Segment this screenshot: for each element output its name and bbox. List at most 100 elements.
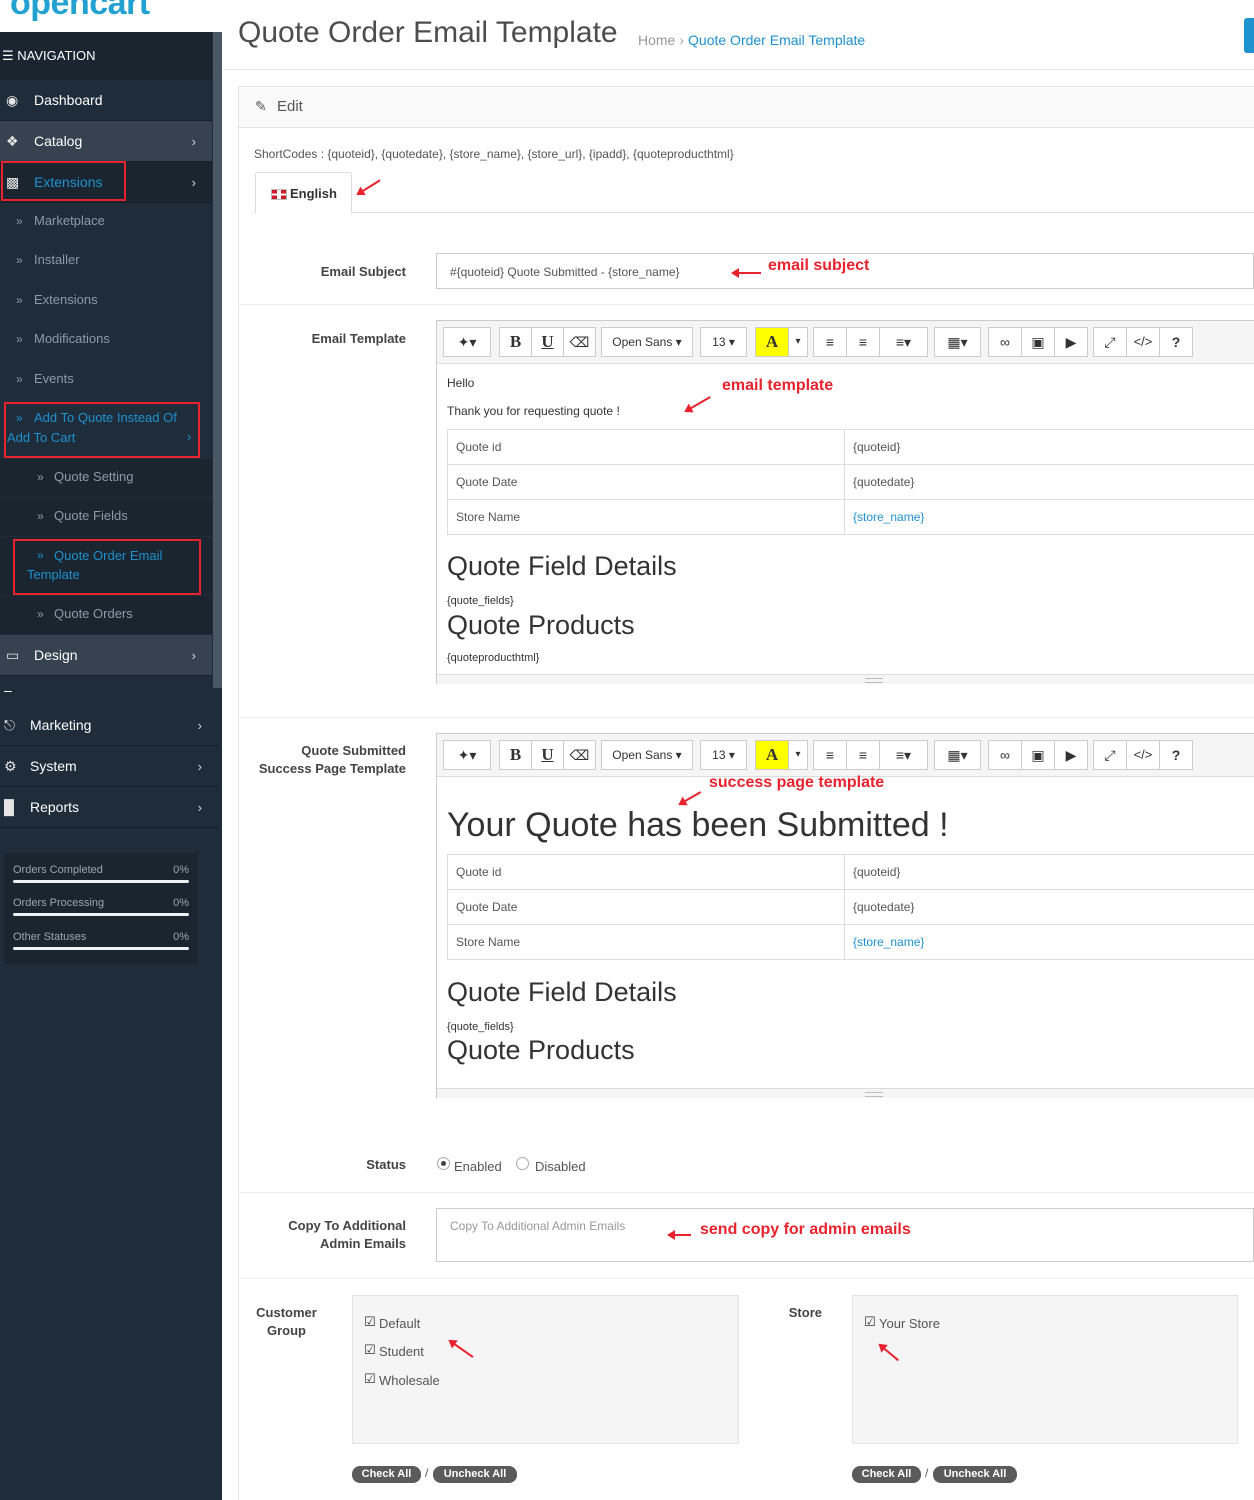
pencil-icon: ✎ (255, 98, 267, 114)
link-icon[interactable]: ∞ (988, 327, 1022, 357)
bold-button[interactable]: B (499, 740, 532, 770)
uncheck-all-button[interactable]: Uncheck All (933, 1466, 1017, 1483)
stat-value: 0% (173, 864, 189, 876)
eraser-icon[interactable]: ⌫ (563, 327, 596, 357)
color-dropdown-icon[interactable]: ▾ (788, 327, 808, 357)
logo[interactable]: opencart (0, 0, 222, 32)
sidebar-item-quote-fields[interactable]: » Quote Fields (0, 498, 212, 536)
sidebar-scrollbar[interactable] (213, 32, 222, 688)
table-cell: {quotedate} (844, 464, 1254, 500)
magic-wand-icon[interactable]: ✦▾ (443, 740, 491, 770)
sidebar-item-installer[interactable]: » Installer (0, 242, 212, 280)
breadcrumb-home[interactable]: Home (638, 32, 675, 48)
status-enabled-label: Enabled (454, 1159, 502, 1174)
double-chevron-icon: » (16, 332, 23, 346)
sidebar-item-quote-setting[interactable]: » Quote Setting (0, 459, 212, 497)
nav-item-dashboard[interactable]: ◉ Dashboard (0, 80, 212, 121)
success-heading: Your Quote has been Submitted ! (447, 806, 949, 844)
sidebar-item-modifications[interactable]: » Modifications (0, 321, 212, 359)
checkbox-student[interactable]: ☑ Student (364, 1342, 424, 1359)
checkbox-wholesale[interactable]: ☑ Wholesale (364, 1371, 440, 1388)
checkbox-checked-icon: ☑ (364, 1342, 376, 1357)
align-icon[interactable]: ≡▾ (879, 327, 928, 357)
checkbox-checked-icon: ☑ (364, 1314, 376, 1329)
link-icon[interactable]: ∞ (988, 740, 1022, 770)
panel-title: Edit (277, 98, 303, 115)
table-icon[interactable]: ▦▾ (934, 740, 981, 770)
image-icon[interactable]: ▣ (1021, 740, 1055, 770)
stat-value: 0% (173, 897, 189, 909)
template-products-code: {quoteproducthtml} (447, 652, 540, 664)
unordered-list-icon[interactable]: ≡ (813, 740, 847, 770)
table-cell-link[interactable]: {store_name} (844, 924, 1254, 960)
font-family-select[interactable]: Open Sans ▾ (601, 327, 693, 357)
code-view-button[interactable]: </> (1126, 327, 1160, 357)
font-family-select[interactable]: Open Sans ▾ (601, 740, 693, 770)
status-disabled-radio[interactable] (516, 1157, 529, 1170)
code-view-button[interactable]: </> (1126, 740, 1160, 770)
tab-english[interactable]: English (255, 172, 352, 213)
color-dropdown-icon[interactable]: ▾ (788, 740, 808, 770)
annotation-box-quote-order-email (13, 539, 201, 595)
editor-resize-handle[interactable] (437, 1088, 1254, 1098)
sidebar-item-events[interactable]: » Events (0, 361, 212, 399)
video-icon[interactable]: ▶ (1054, 740, 1088, 770)
table-cell: Quote id (447, 429, 845, 465)
ordered-list-icon[interactable]: ≡ (846, 740, 880, 770)
font-size-select[interactable]: 13 ▾ (700, 740, 747, 770)
video-icon[interactable]: ▶ (1054, 327, 1088, 357)
navigation-header[interactable]: ☰ NAVIGATION (0, 32, 212, 80)
checkbox-your-store[interactable]: ☑ Your Store (864, 1314, 940, 1331)
customer-group-label: Customer Group (250, 1304, 323, 1340)
sidebar-item-quote-orders[interactable]: » Quote Orders (0, 596, 212, 634)
nav-item-marketing[interactable]: ⎋ Marketing › (0, 705, 218, 746)
underline-button[interactable]: U (531, 740, 564, 770)
collapse-dash[interactable]: – (4, 682, 12, 698)
sidebar-item-extensions[interactable]: » Extensions (0, 282, 212, 320)
nav-item-system[interactable]: ⚙ System › (0, 746, 218, 787)
table-cell-link[interactable]: {store_name} (844, 499, 1254, 535)
help-button[interactable]: ? (1159, 327, 1193, 357)
fullscreen-icon[interactable]: ⤢ (1093, 740, 1127, 770)
uncheck-all-button[interactable]: Uncheck All (433, 1466, 517, 1483)
chevron-right-icon: › (197, 759, 202, 774)
tab-english-label: English (290, 186, 337, 201)
align-icon[interactable]: ≡▾ (879, 740, 928, 770)
check-all-button[interactable]: Check All (852, 1466, 921, 1483)
save-button[interactable] (1244, 18, 1254, 53)
eraser-icon[interactable]: ⌫ (563, 740, 596, 770)
nav-item-design[interactable]: ▭ Design › (0, 635, 212, 676)
image-icon[interactable]: ▣ (1021, 327, 1055, 357)
stat-progress-bar (13, 913, 189, 916)
font-size-select[interactable]: 13 ▾ (700, 327, 747, 357)
email-template-editor[interactable]: ✦▾ B U ⌫ Open Sans ▾ 13 ▾ A ▾ ≡ ≡ ≡▾ ▦▾ … (436, 320, 1254, 684)
breadcrumb: Home › Quote Order Email Template (638, 32, 865, 48)
check-all-button[interactable]: Check All (352, 1466, 421, 1483)
help-button[interactable]: ? (1159, 740, 1193, 770)
bold-button[interactable]: B (499, 327, 532, 357)
email-subject-label: Email Subject (320, 264, 406, 279)
highlight-color-button[interactable]: A (755, 740, 789, 770)
template-table: Quote id {quoteid} Quote Date {quotedate} … (447, 429, 1254, 535)
status-label: Status (366, 1157, 406, 1172)
font-family-value: Open Sans (612, 335, 673, 349)
ordered-list-icon[interactable]: ≡ (846, 327, 880, 357)
nav-item-reports[interactable]: █ Reports › (0, 787, 218, 828)
fullscreen-icon[interactable]: ⤢ (1093, 327, 1127, 357)
unordered-list-icon[interactable]: ≡ (813, 327, 847, 357)
success-field-code: {quote_fields} (447, 1021, 514, 1033)
breadcrumb-current[interactable]: Quote Order Email Template (688, 32, 865, 48)
sidebar-item-marketplace[interactable]: » Marketplace (0, 203, 212, 241)
magic-wand-icon[interactable]: ✦▾ (443, 327, 491, 357)
double-chevron-icon: » (16, 253, 23, 267)
nav-item-catalog[interactable]: ❖ Catalog › (0, 121, 212, 162)
nav-item-dashboard-label: Dashboard (34, 92, 103, 108)
highlight-color-button[interactable]: A (755, 327, 789, 357)
stat-other-statuses: Other Statuses 0% (13, 931, 189, 950)
checkbox-default[interactable]: ☑ Default (364, 1314, 420, 1331)
font-family-value: Open Sans (612, 748, 673, 762)
status-enabled-radio[interactable] (437, 1157, 450, 1170)
underline-button[interactable]: U (531, 327, 564, 357)
table-icon[interactable]: ▦▾ (934, 327, 981, 357)
editor-resize-handle[interactable] (437, 674, 1254, 684)
